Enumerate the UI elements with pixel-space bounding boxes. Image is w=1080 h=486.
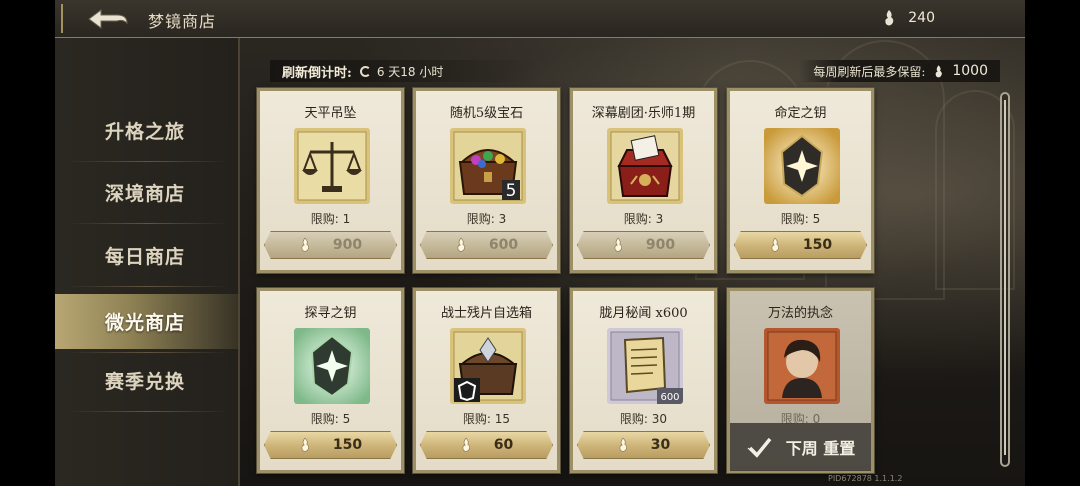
item-badge: 5 [506, 181, 517, 201]
retain-label: 每周刷新后最多保留: [813, 64, 926, 79]
scroll-icon: 600 [607, 328, 683, 404]
weekly-reset-overlay: 下周 重置 [730, 423, 871, 471]
item-name: 战士残片自选箱 [440, 306, 532, 321]
flame-currency-icon [301, 237, 309, 252]
treasure-chest-icon: 5 [450, 128, 526, 204]
sidebar-item-glimmer-shop[interactable]: 微光商店 [55, 294, 240, 353]
item-name: 万法的执念 [767, 306, 833, 321]
purchase-limit: 限购: 3 [466, 212, 507, 226]
flame-currency-icon [457, 237, 465, 252]
balance-pendant-icon [294, 128, 370, 204]
back-button[interactable] [87, 7, 129, 31]
flame-currency-icon [462, 437, 470, 452]
sidebar-item-daily-shop[interactable]: 每日商店 [55, 228, 240, 287]
currency-display: 240 [882, 9, 935, 27]
item-price: 900 [332, 237, 363, 253]
item-name: 命定之钥 [774, 106, 827, 121]
retain-value: 1000 [952, 63, 988, 79]
sidebar-item-abyss-shop[interactable]: 深境商店 [55, 165, 240, 224]
checkmark-icon [747, 437, 772, 458]
item-list-scrollbar[interactable] [1000, 92, 1010, 467]
refresh-label: 刷新倒计时: [282, 65, 352, 81]
flame-currency-icon [301, 437, 309, 452]
item-price: 30 [650, 437, 671, 453]
back-arrow-icon [88, 9, 128, 29]
shop-sidebar: 升格之旅 深境商店 每日商店 微光商店 赛季兑换 [55, 38, 240, 486]
flame-currency-icon [885, 10, 894, 26]
flame-currency-icon [619, 437, 627, 452]
item-price: 600 [488, 237, 519, 253]
sidebar-item-label: 每日商店 [105, 246, 186, 268]
music-box-icon [607, 128, 683, 204]
reset-text: 下周 重置 [785, 439, 856, 458]
flame-currency-icon [935, 64, 943, 77]
scrollbar-thumb[interactable] [1004, 100, 1006, 455]
build-id: PID672878 1.1.1.2 [828, 474, 903, 483]
item-price: 60 [493, 437, 514, 453]
purchase-limit: 限购: 3 [623, 212, 664, 226]
top-bar: 梦镜商店 240 [55, 0, 1025, 38]
item-badge: 600 [660, 392, 679, 403]
flame-currency-icon [614, 237, 622, 252]
sidebar-item-label: 微光商店 [105, 312, 186, 334]
refresh-icon [359, 65, 371, 77]
page-title: 梦镜商店 [148, 12, 217, 31]
shop-item-card[interactable]: 随机5级宝石 5 限购: 3 600 [412, 87, 561, 274]
buy-button[interactable]: 150 [264, 431, 397, 459]
item-name: 随机5级宝石 [449, 106, 524, 121]
sidebar-item-label: 赛季兑换 [105, 371, 186, 393]
refresh-countdown: 刷新倒计时: 6 天18 小时 [270, 60, 540, 82]
item-price: 150 [332, 437, 363, 453]
shop-item-card[interactable]: 探寻之钥 限购: 5 150 [256, 287, 405, 474]
portrait-icon [764, 328, 840, 404]
item-name: 天平吊坠 [304, 106, 357, 121]
buy-button[interactable]: 900 [264, 231, 397, 259]
golden-crystal-icon [764, 128, 840, 204]
flame-currency-icon [771, 237, 779, 252]
purchase-limit: 限购: 5 [310, 412, 351, 426]
shop-item-card[interactable]: 战士残片自选箱 限购: 15 60 [412, 287, 561, 474]
shop-item-card[interactable]: 胧月秘闻 x600 600 限购: 30 30 [569, 287, 718, 474]
shop-item-card[interactable]: 深幕剧团·乐师1期 限购: 3 900 [569, 87, 718, 274]
sidebar-item-ascension[interactable]: 升格之旅 [55, 103, 240, 162]
weekly-retain-cap: 每周刷新后最多保留: 1000 [799, 60, 1000, 82]
buy-button[interactable]: 900 [577, 231, 710, 259]
sidebar-item-label: 深境商店 [105, 183, 186, 205]
sidebar-item-label: 升格之旅 [105, 121, 186, 143]
buy-button[interactable]: 60 [420, 431, 553, 459]
green-crystal-icon [294, 328, 370, 404]
shop-item-card[interactable]: 万法的执念 限购: 0 下周 重置 [726, 287, 875, 474]
item-name: 胧月秘闻 x600 [599, 306, 688, 321]
buy-button[interactable]: 150 [734, 231, 867, 259]
buy-button[interactable]: 600 [420, 231, 553, 259]
shop-item-card[interactable]: 命定之钥 限购: 5 150 [726, 87, 875, 274]
purchase-limit: 限购: 5 [780, 212, 821, 226]
sidebar-item-season-exchange[interactable]: 赛季兑换 [55, 353, 240, 412]
buy-button[interactable]: 30 [577, 431, 710, 459]
item-name: 深幕剧团·乐师1期 [591, 106, 696, 121]
item-price: 150 [802, 237, 833, 253]
item-price: 900 [645, 237, 676, 253]
refresh-value: 6 天18 小时 [376, 64, 444, 79]
purchase-limit: 限购: 1 [310, 212, 351, 226]
item-name: 探寻之钥 [304, 306, 357, 321]
purchase-limit: 限购: 15 [462, 412, 511, 426]
currency-amount: 240 [908, 10, 935, 26]
shop-item-card[interactable]: 天平吊坠 限购: 1 900 [256, 87, 405, 274]
warrior-chest-icon [450, 328, 526, 404]
purchase-limit: 限购: 30 [619, 412, 668, 426]
